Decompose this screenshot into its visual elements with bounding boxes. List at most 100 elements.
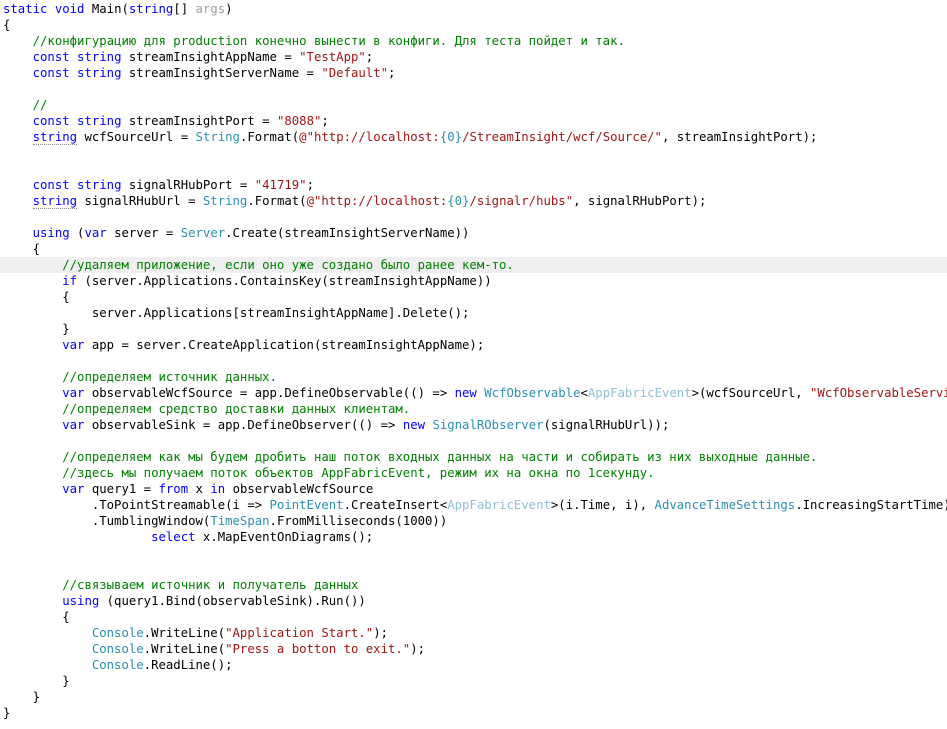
code-line[interactable]: const string streamInsightServerName = "… <box>0 65 947 81</box>
code-line[interactable]: const string streamInsightPort = "8088"; <box>0 113 947 129</box>
code-token: var <box>62 418 92 432</box>
code-line[interactable]: .TumblingWindow(TimeSpan.FromMillisecond… <box>0 513 947 529</box>
code-line[interactable] <box>0 145 947 161</box>
code-token: { <box>32 242 41 256</box>
code-line[interactable]: { <box>0 289 947 305</box>
code-line[interactable]: using (query1.Bind(observableSink).Run()… <box>0 593 947 609</box>
code-line[interactable]: { <box>0 609 947 625</box>
code-token: string <box>32 194 78 209</box>
code-editor[interactable]: static void Main(string[] args){ //конфи… <box>0 0 947 729</box>
code-line[interactable]: string signalRHubUrl = String.Format(@"h… <box>0 193 947 209</box>
code-text-area[interactable]: static void Main(string[] args){ //конфи… <box>0 0 947 721</box>
code-token: string <box>128 2 174 16</box>
code-token: "WcfObservableService" <box>810 386 947 400</box>
code-token: , streamInsightPort); <box>661 130 818 144</box>
code-line[interactable]: { <box>0 241 947 257</box>
code-line[interactable]: var app = server.CreateApplication(strea… <box>0 337 947 353</box>
code-token: "Application Start." <box>225 626 374 640</box>
code-line[interactable]: var observableSink = app.DefineObserver(… <box>0 417 947 433</box>
code-token: server.Applications[streamInsightAppName… <box>91 306 470 320</box>
code-token: String <box>195 130 240 144</box>
code-line[interactable]: Console.WriteLine("Press a botton to exi… <box>0 641 947 657</box>
code-token: [] <box>173 2 196 16</box>
code-token: , signalRHubPort); <box>573 194 707 208</box>
code-line[interactable] <box>0 209 947 225</box>
code-token: ; <box>365 50 374 64</box>
code-token: //определяем источник данных. <box>62 370 277 384</box>
code-token: .FromMilliseconds(1000)) <box>269 514 448 528</box>
code-line[interactable]: static void Main(string[] args) <box>0 1 947 17</box>
code-line[interactable]: const string signalRHubPort = "41719"; <box>0 177 947 193</box>
code-line[interactable] <box>0 81 947 97</box>
code-line[interactable]: // <box>0 97 947 113</box>
code-token: >(i.Time, i), <box>550 498 655 512</box>
code-token: < <box>580 386 588 400</box>
code-line[interactable] <box>0 161 947 177</box>
code-line[interactable] <box>0 433 947 449</box>
code-line[interactable]: server.Applications[streamInsightAppName… <box>0 305 947 321</box>
code-line[interactable]: } <box>0 321 947 337</box>
code-line[interactable]: if (server.Applications.ContainsKey(stre… <box>0 273 947 289</box>
code-line[interactable] <box>0 561 947 577</box>
code-line[interactable]: select x.MapEventOnDiagrams(); <box>0 529 947 545</box>
code-token: query1 = <box>91 482 159 496</box>
code-line[interactable]: using (var server = Server.Create(stream… <box>0 225 947 241</box>
code-line[interactable]: .ToPointStreamable(i => PointEvent.Creat… <box>0 497 947 513</box>
code-token: .ToPointStreamable(i => <box>91 498 270 512</box>
code-line[interactable]: } <box>0 705 947 721</box>
code-line[interactable]: Console.WriteLine("Application Start."); <box>0 625 947 641</box>
code-line[interactable]: //определяем источник данных. <box>0 369 947 385</box>
code-token: ); <box>373 626 388 640</box>
code-line[interactable]: var observableWcfSource = app.DefineObse… <box>0 385 947 401</box>
code-token: new <box>402 418 433 432</box>
code-token: select <box>151 530 203 544</box>
code-line[interactable]: //определяем средство доставки данных кл… <box>0 401 947 417</box>
code-line[interactable]: { <box>0 17 947 33</box>
code-line[interactable] <box>0 545 947 561</box>
code-line[interactable]: const string streamInsightAppName = "Tes… <box>0 49 947 65</box>
code-line[interactable]: //конфигурацию для production конечно вы… <box>0 33 947 49</box>
code-line[interactable]: string wcfSourceUrl = String.Format(@"ht… <box>0 129 947 145</box>
code-line[interactable]: //связываем источник и получатель данных <box>0 577 947 593</box>
code-token: Main( <box>91 2 129 16</box>
code-token: //удаляем приложение, если оно уже созда… <box>62 258 514 272</box>
code-token: .ReadLine(); <box>143 658 233 672</box>
code-token: /StreamInsight/wcf/Source/" <box>462 130 662 144</box>
code-token: streamInsightServerName = <box>128 66 322 80</box>
code-token: using <box>32 226 78 240</box>
code-token: if <box>62 274 85 288</box>
code-line[interactable]: //удаляем приложение, если оно уже созда… <box>0 257 947 273</box>
code-token: ; <box>388 66 396 80</box>
code-line[interactable]: } <box>0 673 947 689</box>
code-token: streamInsightPort = <box>128 114 277 128</box>
code-token: signalRHubUrl = <box>77 194 203 208</box>
code-token: var <box>84 226 115 240</box>
code-token: .IncreasingStartTime) <box>795 498 947 512</box>
code-token: SignalRObserver <box>432 418 544 432</box>
code-token: using <box>62 594 107 608</box>
code-token: new <box>454 386 485 400</box>
code-line[interactable]: var query1 = from x in observableWcfSour… <box>0 481 947 497</box>
code-token: "Press a botton to exit." <box>225 642 411 656</box>
code-line[interactable]: //здесь мы получаем поток объектов AppFa… <box>0 465 947 481</box>
code-line[interactable]: } <box>0 689 947 705</box>
code-token: string <box>32 130 78 145</box>
code-line[interactable] <box>0 353 947 369</box>
code-line[interactable]: Console.ReadLine(); <box>0 657 947 673</box>
code-line[interactable]: //определяем как мы будем дробить наш по… <box>0 449 947 465</box>
code-token: .Format( <box>247 194 307 208</box>
